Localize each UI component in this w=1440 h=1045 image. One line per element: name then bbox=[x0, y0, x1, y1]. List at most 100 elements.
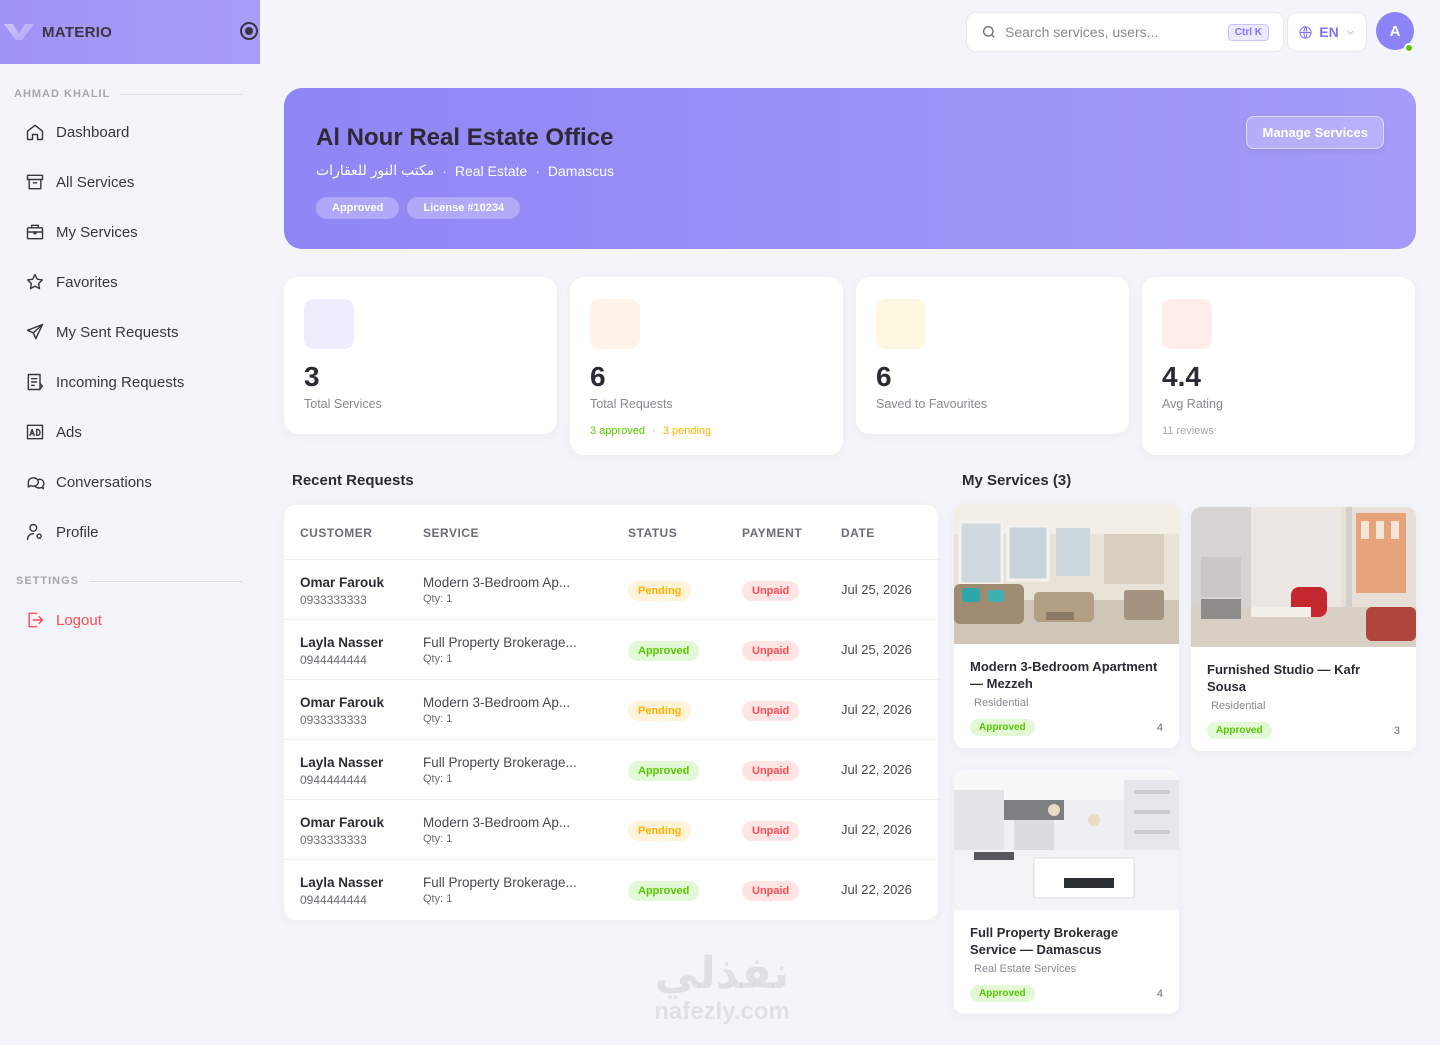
table-row[interactable]: Omar Farouk 0933333333 Modern 3-Bedroom Ap… bbox=[284, 800, 938, 860]
status-badge: Pending bbox=[628, 821, 692, 841]
payment-badge: Unpaid bbox=[742, 761, 800, 781]
request-date: Jul 22, 2026 bbox=[841, 762, 912, 777]
quantity: Qty: 1 bbox=[423, 893, 453, 905]
service-count: 3 bbox=[1393, 724, 1400, 737]
service-photo-studio bbox=[1191, 507, 1416, 647]
service-card[interactable]: Modern 3-Bedroom Apartment — Mezzeh Resi… bbox=[954, 504, 1179, 748]
sidebar-item-label: Dashboard bbox=[56, 123, 130, 141]
table-row[interactable]: Omar Farouk 0933333333 Modern 3-Bedroom Ap… bbox=[284, 680, 938, 740]
status-badge: Approved bbox=[628, 881, 700, 901]
request-date: Jul 22, 2026 bbox=[841, 822, 912, 837]
service-card[interactable]: Furnished Studio — Kafr Sousa Residentia… bbox=[1191, 507, 1416, 751]
table-row[interactable]: Layla Nasser 0944444444 Full Property Brok… bbox=[284, 740, 938, 800]
table-row[interactable]: Layla Nasser 0944444444 Full Property Brok… bbox=[284, 860, 938, 920]
service-name: Modern 3-Bedroom Ap... bbox=[423, 575, 571, 590]
customer-phone: 0933333333 bbox=[300, 713, 367, 727]
service-card[interactable]: Full Property Brokerage Service — Damasc… bbox=[954, 770, 1179, 1014]
sidebar-item-all-services[interactable]: All Services bbox=[0, 157, 260, 207]
header-payment: PAYMENT bbox=[742, 526, 803, 540]
payment-badge: Unpaid bbox=[742, 581, 800, 601]
sidebar-item-label: All Services bbox=[56, 173, 135, 191]
table-header: CUSTOMER SERVICE STATUS PAYMENT DATE bbox=[284, 505, 938, 560]
search-placeholder: Search services, users... bbox=[1005, 24, 1159, 40]
sidebar-item-incoming-requests[interactable]: Incoming Requests bbox=[0, 357, 260, 407]
sidebar-item-label: Conversations bbox=[56, 473, 152, 491]
stat-icon-box bbox=[876, 299, 926, 349]
sidebar-item-label: My Services bbox=[56, 223, 138, 241]
customer-phone: 0933333333 bbox=[300, 593, 367, 607]
chevron-down-icon bbox=[1347, 30, 1354, 34]
customer-phone: 0944444444 bbox=[300, 653, 367, 667]
pending-count: 3 pending bbox=[662, 425, 712, 437]
home-icon bbox=[24, 121, 46, 143]
globe-icon bbox=[1299, 25, 1312, 39]
header-date: DATE bbox=[841, 526, 875, 540]
stat-value: 4.4 bbox=[1162, 361, 1201, 392]
stat-card-total-requests: 6 Total Requests 3 approved · 3 pending bbox=[570, 277, 843, 455]
sidebar-item-profile[interactable]: Profile bbox=[0, 507, 260, 557]
sidebar-nav: Dashboard All Services My Services Favor… bbox=[0, 107, 260, 557]
office-arabic-name: مكتب النور للعقارات bbox=[316, 162, 435, 178]
materio-logo-icon bbox=[10, 22, 36, 42]
nafezly-watermark: نفذلي nafezly.com bbox=[654, 949, 790, 1026]
status-badge: Approved bbox=[628, 641, 700, 661]
sidebar-item-label: Incoming Requests bbox=[56, 373, 185, 391]
office-title: Al Nour Real Estate Office bbox=[316, 124, 614, 151]
sidebar-item-favorites[interactable]: Favorites bbox=[0, 257, 260, 307]
sidebar-item-conversations[interactable]: Conversations bbox=[0, 457, 260, 507]
sidebar-toggle-icon[interactable] bbox=[240, 22, 258, 40]
service-count: 4 bbox=[1156, 721, 1163, 734]
stat-icon-box bbox=[590, 299, 640, 349]
table-row[interactable]: Layla Nasser 0944444444 Full Property Brok… bbox=[284, 620, 938, 680]
sidebar-item-dashboard[interactable]: Dashboard bbox=[0, 107, 260, 157]
stat-value: 6 bbox=[590, 361, 606, 392]
stat-label: Avg Rating bbox=[1162, 397, 1223, 411]
search-shortcut: Ctrl K bbox=[1227, 23, 1269, 41]
service-category: Residential bbox=[1211, 700, 1266, 712]
service-name: Modern 3-Bedroom Ap... bbox=[423, 695, 571, 710]
brand-name: MATERIO bbox=[42, 23, 113, 41]
service-name: Full Property Brokerage... bbox=[423, 875, 577, 890]
brand-header: MATERIO bbox=[0, 0, 260, 64]
service-name: Full Property Brokerage... bbox=[423, 635, 577, 650]
sidebar-item-label: Profile bbox=[56, 523, 99, 541]
quantity: Qty: 1 bbox=[423, 713, 453, 725]
service-photo-living-room bbox=[954, 504, 1179, 644]
stat-icon-box bbox=[304, 299, 354, 349]
reviews-count: 11 reviews bbox=[1162, 425, 1214, 437]
ad-icon bbox=[24, 421, 46, 443]
send-icon bbox=[24, 321, 46, 343]
recent-requests-table: CUSTOMER SERVICE STATUS PAYMENT DATE Oma… bbox=[284, 505, 938, 920]
request-date: Jul 25, 2026 bbox=[841, 582, 912, 597]
sidebar-item-my-services[interactable]: My Services bbox=[0, 207, 260, 257]
list-icon bbox=[24, 371, 46, 393]
manage-services-button[interactable]: Manage Services bbox=[1246, 116, 1384, 149]
service-category: Residential bbox=[974, 697, 1029, 709]
section-label-user: AHMAD KHALIL bbox=[0, 84, 260, 104]
sidebar-item-ads[interactable]: Ads bbox=[0, 407, 260, 457]
office-city: Damascus bbox=[547, 162, 615, 179]
service-photo-kitchen bbox=[954, 770, 1179, 910]
header-service: SERVICE bbox=[423, 526, 479, 540]
service-count: 4 bbox=[1156, 987, 1163, 1000]
sidebar-item-sent-requests[interactable]: My Sent Requests bbox=[0, 307, 260, 357]
stat-value: 3 bbox=[304, 361, 320, 392]
header-status: STATUS bbox=[628, 526, 678, 540]
logout-button[interactable]: Logout bbox=[0, 591, 260, 649]
service-category: Real Estate Services bbox=[974, 963, 1077, 975]
customer-name: Layla Nasser bbox=[300, 755, 384, 770]
service-title: Furnished Studio — Kafr Sousa bbox=[1207, 662, 1361, 694]
sidebar-item-label: Favorites bbox=[56, 273, 118, 291]
sidebar: MATERIO AHMAD KHALIL Dashboard All Servi… bbox=[0, 0, 260, 1045]
office-hero-banner: Al Nour Real Estate Office مكتب النور لل… bbox=[284, 88, 1416, 249]
quantity: Qty: 1 bbox=[423, 773, 453, 785]
table-row[interactable]: Omar Farouk 0933333333 Modern 3-Bedroom Ap… bbox=[284, 560, 938, 620]
search-input[interactable]: Search services, users... Ctrl K bbox=[966, 12, 1284, 52]
office-status-chip: Approved bbox=[316, 197, 400, 219]
customer-phone: 0944444444 bbox=[300, 773, 367, 787]
status-badge: Approved bbox=[628, 761, 700, 781]
service-title: Modern 3-Bedroom Apartment — Mezzeh bbox=[970, 659, 1158, 691]
office-category: Real Estate bbox=[454, 162, 528, 179]
language-selector[interactable]: EN bbox=[1287, 12, 1367, 52]
license-chip: License #10234 bbox=[407, 197, 521, 219]
